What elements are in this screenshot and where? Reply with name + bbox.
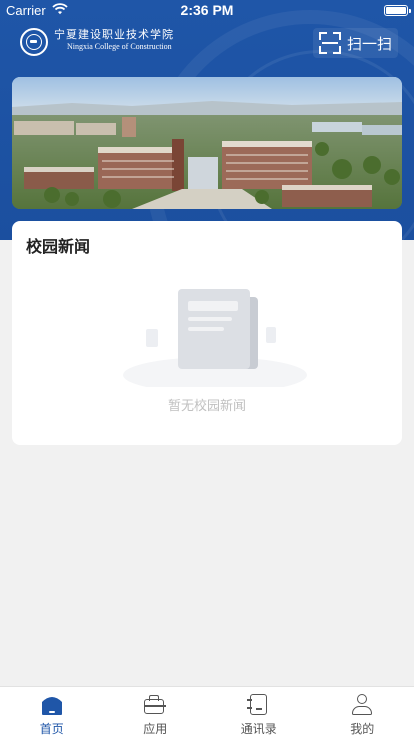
contacts-book-icon [246, 694, 271, 716]
user-icon [350, 694, 374, 716]
briefcase-icon [143, 694, 167, 716]
school-logo-text: 宁夏建设职业技术学院 Ningxia College of Constructi… [54, 28, 174, 52]
scan-label: 扫一扫 [346, 34, 392, 53]
news-section-title: 校园新闻 [26, 237, 91, 256]
status-bar: Carrier 2:36 PM [0, 0, 414, 22]
school-logo-icon [20, 28, 48, 56]
bottom-tab-bar: 首页 应用 通讯录 我的 [0, 686, 414, 736]
tab-contacts-label: 通讯录 [240, 722, 277, 736]
campus-news-card: 校园新闻 暂无校园新闻 [12, 221, 402, 445]
scan-icon [318, 32, 341, 54]
tab-home-label: 首页 [39, 722, 64, 736]
top-nav: 宁夏建设职业技术学院 Ningxia College of Constructi… [0, 24, 414, 64]
tab-apps[interactable]: 应用 [104, 687, 208, 736]
empty-news-message: 暂无校园新闻 [167, 399, 246, 414]
battery-icon [384, 5, 411, 16]
home-icon [40, 694, 64, 716]
campus-banner-image[interactable] [12, 77, 402, 209]
tab-home[interactable]: 首页 [0, 687, 104, 736]
tab-apps-label: 应用 [143, 722, 168, 736]
school-name-en: Ningxia College of Construction [67, 42, 172, 51]
empty-news-illustration-icon [120, 287, 310, 393]
tab-contacts[interactable]: 通讯录 [207, 687, 311, 736]
tab-mine-label: 我的 [350, 722, 375, 736]
app-screen: Carrier 2:36 PM 宁夏建设职业技术学院 Ningxia Colle… [0, 0, 414, 736]
tab-mine[interactable]: 我的 [311, 687, 414, 736]
clock: 2:36 PM [180, 2, 234, 18]
school-name-cn: 宁夏建设职业技术学院 [54, 28, 174, 41]
scan-button[interactable]: 扫一扫 [312, 28, 398, 58]
